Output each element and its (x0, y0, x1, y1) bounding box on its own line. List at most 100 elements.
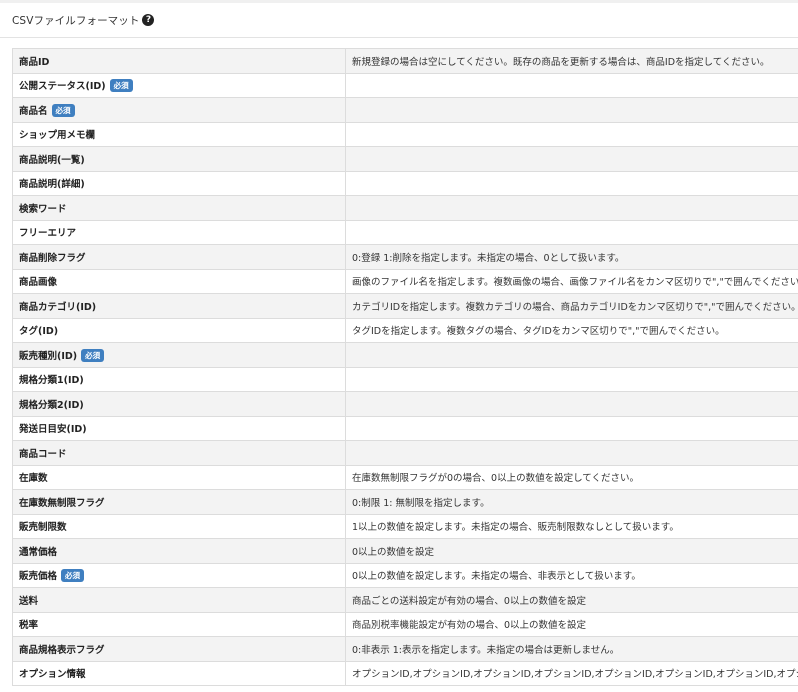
page-title: CSVファイルフォーマット (12, 14, 140, 27)
table-row: 在庫数 在庫数無制限フラグが0の場合、0以上の数値を設定してください。 (12, 464, 798, 490)
field-name: 公開ステータス(ID) (19, 81, 106, 93)
table-row: 販売制限数 1以上の数値を設定します。未指定の場合、販売制限数なしとして扱います。 (12, 513, 798, 539)
field-name-cell: 規格分類1(ID) (12, 366, 346, 392)
field-description (345, 170, 798, 196)
field-name: 商品名 (19, 105, 48, 117)
table-row: 商品名 必須 (12, 97, 798, 123)
field-description: 0:非表示 1:表示を指定します。未指定の場合は更新しません。 (345, 636, 798, 662)
field-name: 通常価格 (19, 546, 58, 558)
table-row: 税率 商品別税率機能設定が有効の場合、0以上の数値を設定 (12, 611, 798, 637)
field-description: カテゴリIDを指定します。複数カテゴリの場合、商品カテゴリIDをカンマ区切りで"… (345, 293, 798, 319)
table-row: 販売種別(ID) 必須 (12, 342, 798, 368)
field-description: 0以上の数値を設定 (345, 538, 798, 564)
field-name-cell: 販売制限数 (12, 513, 346, 539)
field-name-cell: 規格分類2(ID) (12, 391, 346, 417)
field-name: 販売価格 (19, 571, 58, 583)
field-name-cell: 商品ID (12, 48, 346, 74)
field-name-cell: 商品説明(詳細) (12, 170, 346, 196)
field-name: 商品削除フラグ (19, 252, 86, 264)
field-name: フリーエリア (19, 228, 77, 240)
field-name-cell: タグ(ID) (12, 317, 346, 343)
field-description: 在庫数無制限フラグが0の場合、0以上の数値を設定してください。 (345, 464, 798, 490)
field-name: オプション情報 (19, 669, 86, 681)
table-row: 規格分類1(ID) (12, 366, 798, 392)
table-row: ショップ用メモ欄 (12, 121, 798, 147)
table-row: オプション情報 オプションID,オプションID,オプションID,オプションID,オ… (12, 660, 798, 686)
field-description: タグIDを指定します。複数タグの場合、タグIDをカンマ区切りで","で囲んでくだ… (345, 317, 798, 343)
table-row: 通常価格 0以上の数値を設定 (12, 538, 798, 564)
table-row: 商品説明(詳細) (12, 170, 798, 196)
table-row: 規格分類2(ID) (12, 391, 798, 417)
field-name-cell: 検索ワード (12, 195, 346, 221)
field-name-cell: 販売価格 必須 (12, 562, 346, 588)
table-row: 商品画像 画像のファイル名を指定します。複数画像の場合、画像ファイル名をカンマ区切… (12, 268, 798, 294)
required-badge: 必須 (51, 103, 75, 117)
table-row: 商品カテゴリ(ID) カテゴリIDを指定します。複数カテゴリの場合、商品カテゴリI… (12, 293, 798, 319)
csv-format-table-body: 商品ID 新規登録の場合は空にしてください。既存の商品を更新する場合は、商品IDを… (12, 48, 798, 686)
table-row: タグ(ID) タグIDを指定します。複数タグの場合、タグIDをカンマ区切りで","… (12, 317, 798, 343)
table-row: フリーエリア (12, 219, 798, 245)
field-name-cell: 販売種別(ID) 必須 (12, 342, 346, 368)
field-description (345, 366, 798, 392)
question-circle-icon[interactable]: ? (142, 14, 155, 26)
csv-format-card: CSVファイルフォーマット ? 商品ID 新規登録の場合は空にしてください。既存の… (0, 3, 798, 692)
field-name: 規格分類2(ID) (19, 399, 84, 411)
field-description (345, 97, 798, 123)
field-name-cell: オプション情報 (12, 660, 346, 686)
field-name: 税率 (19, 620, 39, 632)
field-description (345, 219, 798, 245)
field-name: ショップ用メモ欄 (19, 130, 96, 142)
required-badge: 必須 (61, 569, 85, 583)
field-description: 画像のファイル名を指定します。複数画像の場合、画像ファイル名をカンマ区切りで",… (345, 268, 798, 294)
field-name: 販売制限数 (19, 522, 67, 534)
field-name: 商品規格表示フラグ (19, 644, 105, 656)
field-name: 商品説明(一覧) (19, 154, 85, 166)
field-name: 在庫数 (19, 473, 48, 485)
field-name-cell: 公開ステータス(ID) 必須 (12, 72, 346, 98)
field-description (345, 72, 798, 98)
field-name-cell: 商品カテゴリ(ID) (12, 293, 346, 319)
field-name: 販売種別(ID) (19, 350, 78, 362)
field-name: 商品ID (19, 56, 50, 68)
table-row: 送料 商品ごとの送料設定が有効の場合、0以上の数値を設定 (12, 587, 798, 613)
table-row: 発送日目安(ID) (12, 415, 798, 441)
table-row: 販売価格 必須 0以上の数値を設定します。未指定の場合、非表示として扱います。 (12, 562, 798, 588)
field-description (345, 342, 798, 368)
field-name-cell: ショップ用メモ欄 (12, 121, 346, 147)
field-description: 新規登録の場合は空にしてください。既存の商品を更新する場合は、商品IDを指定して… (345, 48, 798, 74)
table-row: 公開ステータス(ID) 必須 (12, 72, 798, 98)
field-name-cell: 発送日目安(ID) (12, 415, 346, 441)
field-name: 商品カテゴリ(ID) (19, 301, 97, 313)
field-name: 発送日目安(ID) (19, 424, 87, 436)
field-name-cell: 税率 (12, 611, 346, 637)
field-name: 規格分類1(ID) (19, 375, 84, 387)
required-badge: 必須 (109, 79, 133, 93)
field-name-cell: 在庫数無制限フラグ (12, 489, 346, 515)
field-description: 1以上の数値を設定します。未指定の場合、販売制限数なしとして扱います。 (345, 513, 798, 539)
field-description: 商品ごとの送料設定が有効の場合、0以上の数値を設定 (345, 587, 798, 613)
field-description (345, 415, 798, 441)
field-description (345, 440, 798, 466)
table-row: 商品削除フラグ 0:登録 1:削除を指定します。未指定の場合、0として扱います。 (12, 244, 798, 270)
field-name-cell: 商品名 必須 (12, 97, 346, 123)
field-name: 商品コード (19, 448, 67, 460)
csv-format-table-wrapper: 商品ID 新規登録の場合は空にしてください。既存の商品を更新する場合は、商品IDを… (12, 48, 798, 686)
field-description: 商品別税率機能設定が有効の場合、0以上の数値を設定 (345, 611, 798, 637)
field-name: 商品画像 (19, 277, 58, 289)
field-description (345, 121, 798, 147)
field-name: 商品説明(詳細) (19, 179, 85, 191)
table-row: 商品規格表示フラグ 0:非表示 1:表示を指定します。未指定の場合は更新しません。 (12, 636, 798, 662)
field-name: 検索ワード (19, 203, 67, 215)
field-name: タグ(ID) (19, 326, 59, 338)
field-description: 0:制限 1: 無制限を指定します。 (345, 489, 798, 515)
field-name-cell: 商品画像 (12, 268, 346, 294)
field-name-cell: 送料 (12, 587, 346, 613)
field-description (345, 195, 798, 221)
field-name-cell: 通常価格 (12, 538, 346, 564)
card-header: CSVファイルフォーマット ? (0, 3, 798, 38)
table-row: 商品ID 新規登録の場合は空にしてください。既存の商品を更新する場合は、商品IDを… (12, 48, 798, 74)
csv-format-table: 商品ID 新規登録の場合は空にしてください。既存の商品を更新する場合は、商品IDを… (12, 48, 798, 686)
field-name-cell: 商品削除フラグ (12, 244, 346, 270)
field-description (345, 391, 798, 417)
field-name-cell: 在庫数 (12, 464, 346, 490)
